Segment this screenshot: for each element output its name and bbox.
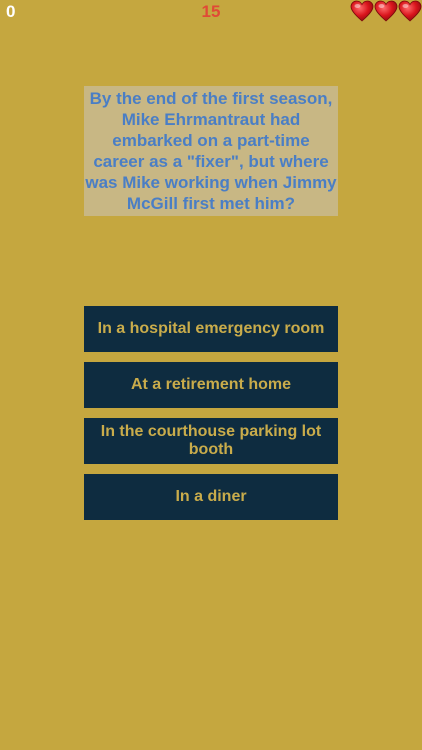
answer-button-3[interactable]: In the courthouse parking lot booth [84, 418, 338, 464]
heart-icon [374, 0, 398, 22]
lives-indicator [350, 0, 422, 22]
question-card: By the end of the first season, Mike Ehr… [84, 86, 338, 216]
answer-button-4[interactable]: In a diner [84, 474, 338, 520]
answer-button-1[interactable]: In a hospital emergency room [84, 306, 338, 352]
answer-button-2[interactable]: At a retirement home [84, 362, 338, 408]
heart-icon [398, 0, 422, 22]
question-text: By the end of the first season, Mike Ehr… [85, 89, 337, 213]
heart-icon [350, 0, 374, 22]
